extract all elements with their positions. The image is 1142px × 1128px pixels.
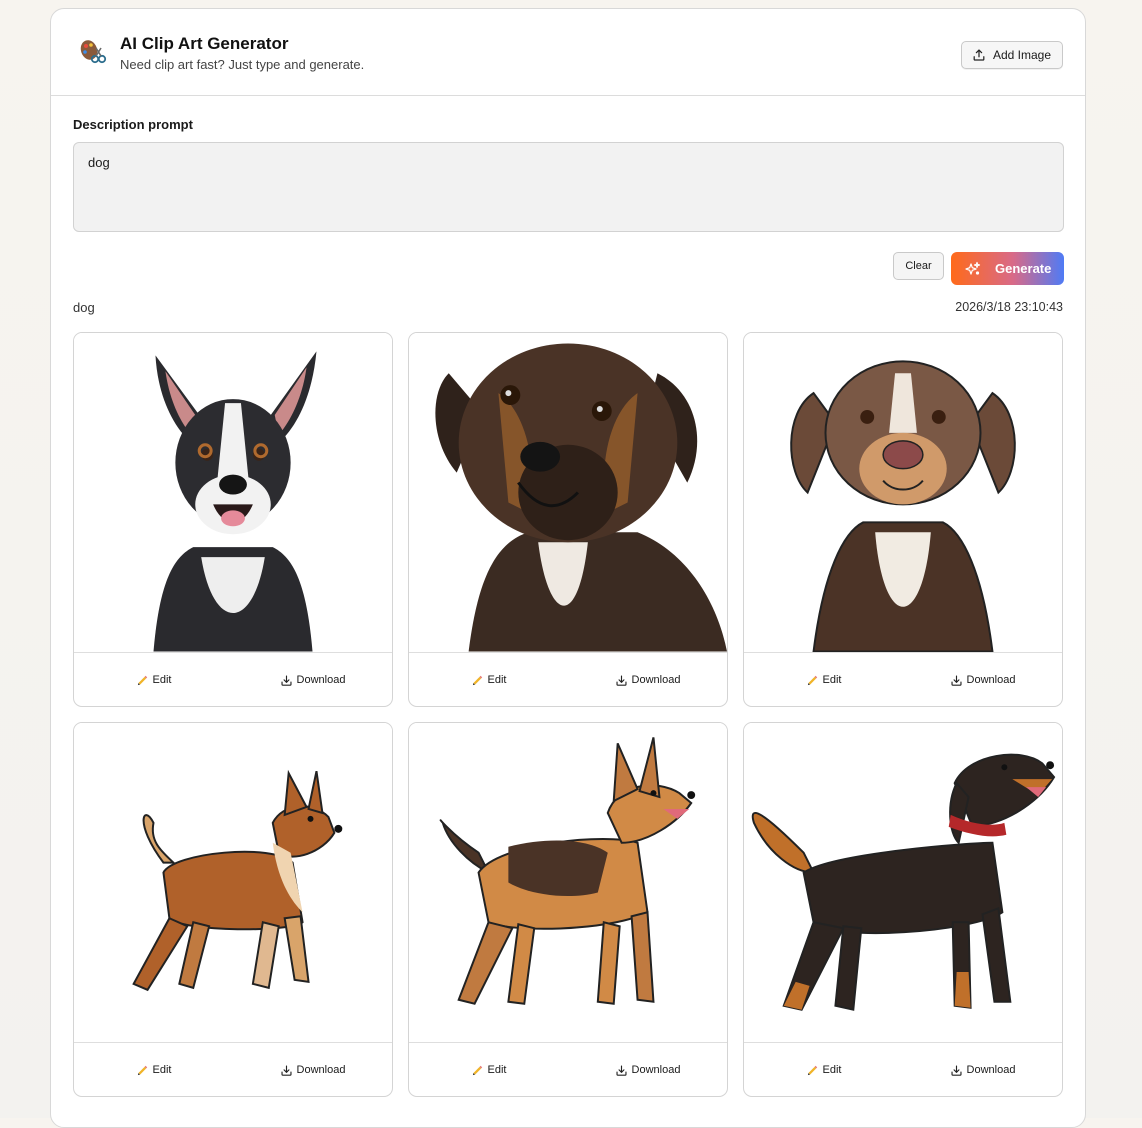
palette-scissors-icon (80, 40, 107, 64)
edit-button[interactable]: Edit (409, 674, 568, 687)
download-button[interactable]: Download (568, 674, 727, 687)
add-image-button[interactable]: Add Image (960, 41, 1063, 69)
sparkle-icon (965, 261, 981, 275)
pencil-icon (137, 1065, 147, 1075)
result-card: Edit Download (408, 722, 728, 1097)
generated-image[interactable] (409, 333, 727, 653)
generated-image[interactable] (744, 333, 1062, 653)
edit-button[interactable]: Edit (74, 674, 233, 687)
result-grid: Edit Download Edit Download Edit Downloa… (73, 332, 1064, 1097)
download-button[interactable]: Download (903, 674, 1062, 687)
result-card: Edit Download (743, 332, 1063, 707)
generated-image[interactable] (74, 723, 392, 1043)
result-card: Edit Download (73, 332, 393, 707)
result-timestamp: 2026/3/18 23:10:43 (955, 300, 1063, 314)
pencil-icon (472, 1065, 482, 1075)
pencil-icon (472, 675, 482, 685)
result-card: Edit Download (408, 332, 728, 707)
edit-label: Edit (152, 674, 172, 686)
download-icon (615, 674, 627, 686)
clear-button[interactable]: Clear (893, 252, 944, 280)
card-actions: Edit Download (74, 653, 392, 706)
edit-label: Edit (822, 1064, 842, 1076)
download-label: Download (966, 1064, 1016, 1076)
download-button[interactable]: Download (233, 1064, 392, 1077)
download-label: Download (631, 674, 681, 686)
generate-label: Generate (995, 261, 1052, 276)
pencil-icon (137, 675, 147, 685)
download-icon (950, 1064, 962, 1076)
card-actions: Edit Download (409, 1043, 727, 1096)
generated-image[interactable] (744, 723, 1062, 1043)
download-button[interactable]: Download (233, 674, 392, 687)
add-image-label: Add Image (992, 48, 1051, 62)
edit-button[interactable]: Edit (74, 1064, 233, 1077)
card-actions: Edit Download (74, 1043, 392, 1096)
generate-button[interactable]: Generate (951, 252, 1064, 285)
edit-button[interactable]: Edit (409, 1064, 568, 1077)
header: AI Clip Art Generator Need clip art fast… (51, 9, 1085, 96)
edit-label: Edit (487, 674, 507, 686)
upload-icon (973, 49, 985, 61)
download-button[interactable]: Download (568, 1064, 727, 1077)
edit-label: Edit (487, 1064, 507, 1076)
result-card: Edit Download (743, 722, 1063, 1097)
prompt-label: Description prompt (73, 117, 193, 132)
download-label: Download (966, 674, 1016, 686)
result-card: Edit Download (73, 722, 393, 1097)
download-icon (950, 674, 962, 686)
result-prompt: dog (73, 300, 95, 315)
download-label: Download (296, 1064, 346, 1076)
edit-label: Edit (152, 1064, 172, 1076)
pencil-icon (807, 675, 817, 685)
page-subtitle: Need clip art fast? Just type and genera… (120, 57, 365, 72)
page-title: AI Clip Art Generator (120, 34, 289, 53)
description-prompt-input[interactable]: dog (73, 142, 1064, 232)
download-button[interactable]: Download (903, 1064, 1062, 1077)
download-label: Download (631, 1064, 681, 1076)
edit-button[interactable]: Edit (744, 674, 903, 687)
main-panel: AI Clip Art Generator Need clip art fast… (50, 8, 1086, 1128)
generated-image[interactable] (409, 723, 727, 1043)
pencil-icon (807, 1065, 817, 1075)
download-icon (615, 1064, 627, 1076)
edit-button[interactable]: Edit (744, 1064, 903, 1077)
card-actions: Edit Download (744, 1043, 1062, 1096)
download-icon (280, 1064, 292, 1076)
download-label: Download (296, 674, 346, 686)
card-actions: Edit Download (744, 653, 1062, 706)
download-icon (280, 674, 292, 686)
card-actions: Edit Download (409, 653, 727, 706)
edit-label: Edit (822, 674, 842, 686)
generated-image[interactable] (74, 333, 392, 653)
